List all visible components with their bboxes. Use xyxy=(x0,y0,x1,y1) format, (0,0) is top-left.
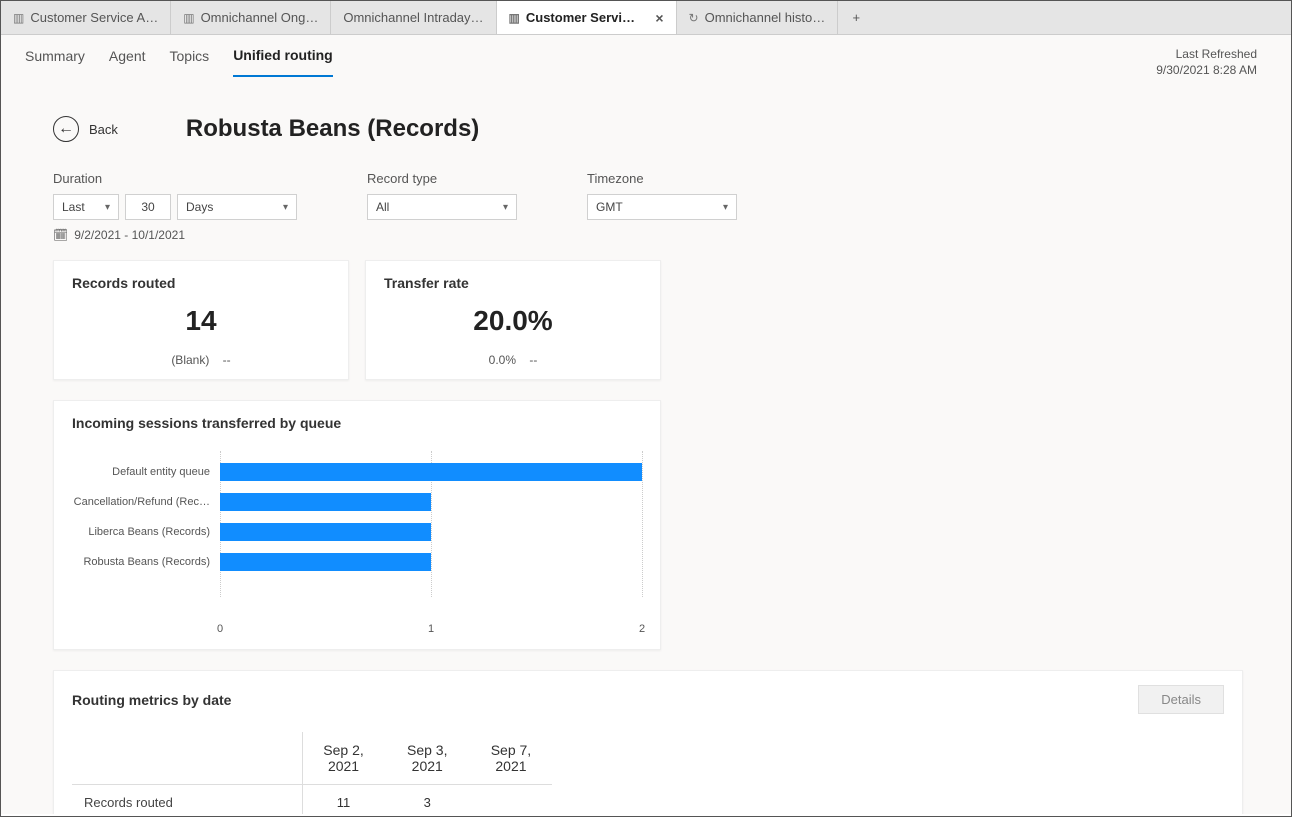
kpi-records-routed: Records routed 14 (Blank) -- xyxy=(53,260,349,380)
chevron-down-icon: ▾ xyxy=(723,202,728,213)
bar-label: Default entity queue xyxy=(72,466,220,478)
filter-duration: Duration Last ▾ 30 Days ▾ xyxy=(53,171,297,220)
chevron-down-icon: ▾ xyxy=(503,202,508,213)
app-tabstrip: ▥ Customer Service A… ▥ Omnichannel Ong…… xyxy=(1,1,1291,35)
bar-row: Robusta Beans (Records) xyxy=(72,547,642,577)
new-tab-button[interactable]: + xyxy=(838,1,874,34)
subnav-row: Summary Agent Topics Unified routing Las… xyxy=(1,35,1291,77)
bar-track xyxy=(220,491,642,513)
col-header: Sep 2, 2021 xyxy=(302,732,385,785)
date-range: 🗓 9/2/2021 - 10/1/2021 xyxy=(53,228,1267,242)
kpi-value: 20.0% xyxy=(384,305,642,337)
report-icon: ▥ xyxy=(13,11,24,25)
x-tick: 2 xyxy=(639,623,645,635)
title-row: ← Back Robusta Beans (Records) xyxy=(53,115,1267,143)
kpi-subtext: 0.0% -- xyxy=(384,353,642,367)
details-button[interactable]: Details xyxy=(1138,685,1224,714)
table-row: Records routed 11 3 xyxy=(72,785,552,815)
bar-label: Liberca Beans (Records) xyxy=(72,526,220,538)
report-subnav: Summary Agent Topics Unified routing xyxy=(25,47,333,77)
x-tick: 1 xyxy=(428,623,434,635)
kpi-value: 14 xyxy=(72,305,330,337)
bar-fill xyxy=(220,463,642,481)
report-page: ← Back Robusta Beans (Records) Duration … xyxy=(1,77,1291,814)
close-icon[interactable]: × xyxy=(647,10,663,26)
app-tab[interactable]: ▥ Customer Service A… xyxy=(1,1,171,34)
cell: 3 xyxy=(385,785,470,815)
filter-timezone: Timezone GMT ▾ xyxy=(587,171,737,220)
last-refreshed: Last Refreshed 9/30/2021 8:28 AM xyxy=(1156,47,1267,77)
app-tab-active[interactable]: ▥ Customer Service historic… × xyxy=(497,1,677,34)
kpi-transfer-rate: Transfer rate 20.0% 0.0% -- xyxy=(365,260,661,380)
tab-label: Omnichannel Ong… xyxy=(201,10,319,25)
metrics-table: Sep 2, 2021 Sep 3, 2021 Sep 7, 2021 Reco… xyxy=(72,732,552,814)
tab-label: Customer Service historic… xyxy=(526,10,641,25)
filter-label: Duration xyxy=(53,171,297,186)
app-tab[interactable]: ▥ Omnichannel Ong… xyxy=(171,1,331,34)
kpi-title: Transfer rate xyxy=(384,275,642,291)
x-axis-ticks: 0 1 2 xyxy=(220,623,642,639)
filter-bar: Duration Last ▾ 30 Days ▾ Record type Al xyxy=(53,171,1267,220)
cell: 11 xyxy=(302,785,385,815)
filter-label: Timezone xyxy=(587,171,737,186)
bar-fill xyxy=(220,553,431,571)
bar-row: Cancellation/Refund (Rec… xyxy=(72,487,642,517)
col-header: Sep 7, 2021 xyxy=(470,732,552,785)
duration-count-input[interactable]: 30 xyxy=(125,194,171,220)
subnav-summary[interactable]: Summary xyxy=(25,48,85,76)
col-header: Sep 3, 2021 xyxy=(385,732,470,785)
back-button[interactable]: ← Back xyxy=(53,116,118,142)
tab-label: Customer Service A… xyxy=(30,10,158,25)
filter-record-type: Record type All ▾ xyxy=(367,171,517,220)
app-tab[interactable]: ↻ Omnichannel histo… xyxy=(677,1,839,34)
row-label: Records routed xyxy=(72,785,302,815)
chart-title: Incoming sessions transferred by queue xyxy=(72,415,642,431)
date-range-text: 9/2/2021 - 10/1/2021 xyxy=(74,228,185,242)
bar-row: Liberca Beans (Records) xyxy=(72,517,642,547)
last-refreshed-value: 9/30/2021 8:28 AM xyxy=(1156,63,1257,77)
bar-label: Robusta Beans (Records) xyxy=(72,556,220,568)
report-icon: ▥ xyxy=(509,11,520,25)
chevron-down-icon: ▾ xyxy=(105,202,110,213)
bar-track xyxy=(220,521,642,543)
filter-label: Record type xyxy=(367,171,517,186)
bar-fill xyxy=(220,523,431,541)
record-type-select[interactable]: All ▾ xyxy=(367,194,517,220)
plus-icon: + xyxy=(852,10,860,25)
app-tab[interactable]: Omnichannel Intraday… xyxy=(331,1,496,34)
tab-label: Omnichannel histo… xyxy=(705,10,826,25)
kpi-subtext: (Blank) -- xyxy=(72,353,330,367)
last-refreshed-label: Last Refreshed xyxy=(1156,47,1257,61)
routing-metrics-card: Routing metrics by date Details Sep 2, 2… xyxy=(53,670,1243,814)
cell xyxy=(470,785,552,815)
bar-label: Cancellation/Refund (Rec… xyxy=(72,496,220,508)
bar-track xyxy=(220,551,642,573)
bar-chart: Default entity queue Cancellation/Refund … xyxy=(72,457,642,617)
subnav-agent[interactable]: Agent xyxy=(109,48,146,76)
subnav-unified-routing[interactable]: Unified routing xyxy=(233,47,333,77)
kpi-title: Records routed xyxy=(72,275,330,291)
report-icon: ▥ xyxy=(183,11,194,25)
chevron-down-icon: ▾ xyxy=(283,202,288,213)
back-label: Back xyxy=(89,122,118,137)
bar-row: Default entity queue xyxy=(72,457,642,487)
bar-fill xyxy=(220,493,431,511)
subnav-topics[interactable]: Topics xyxy=(170,48,210,76)
bar-track xyxy=(220,461,642,483)
chart-sessions-by-queue: Incoming sessions transferred by queue D… xyxy=(53,400,661,650)
history-icon: ↻ xyxy=(689,11,699,25)
arrow-left-icon: ← xyxy=(53,116,79,142)
timezone-select[interactable]: GMT ▾ xyxy=(587,194,737,220)
calendar-icon: 🗓 xyxy=(53,228,68,242)
duration-unit-select[interactable]: Days ▾ xyxy=(177,194,297,220)
metrics-title: Routing metrics by date xyxy=(72,692,231,708)
kpi-row: Records routed 14 (Blank) -- Transfer ra… xyxy=(53,260,1267,380)
tab-label: Omnichannel Intraday… xyxy=(343,10,483,25)
duration-mode-select[interactable]: Last ▾ xyxy=(53,194,119,220)
page-title: Robusta Beans (Records) xyxy=(186,115,479,143)
x-tick: 0 xyxy=(217,623,223,635)
